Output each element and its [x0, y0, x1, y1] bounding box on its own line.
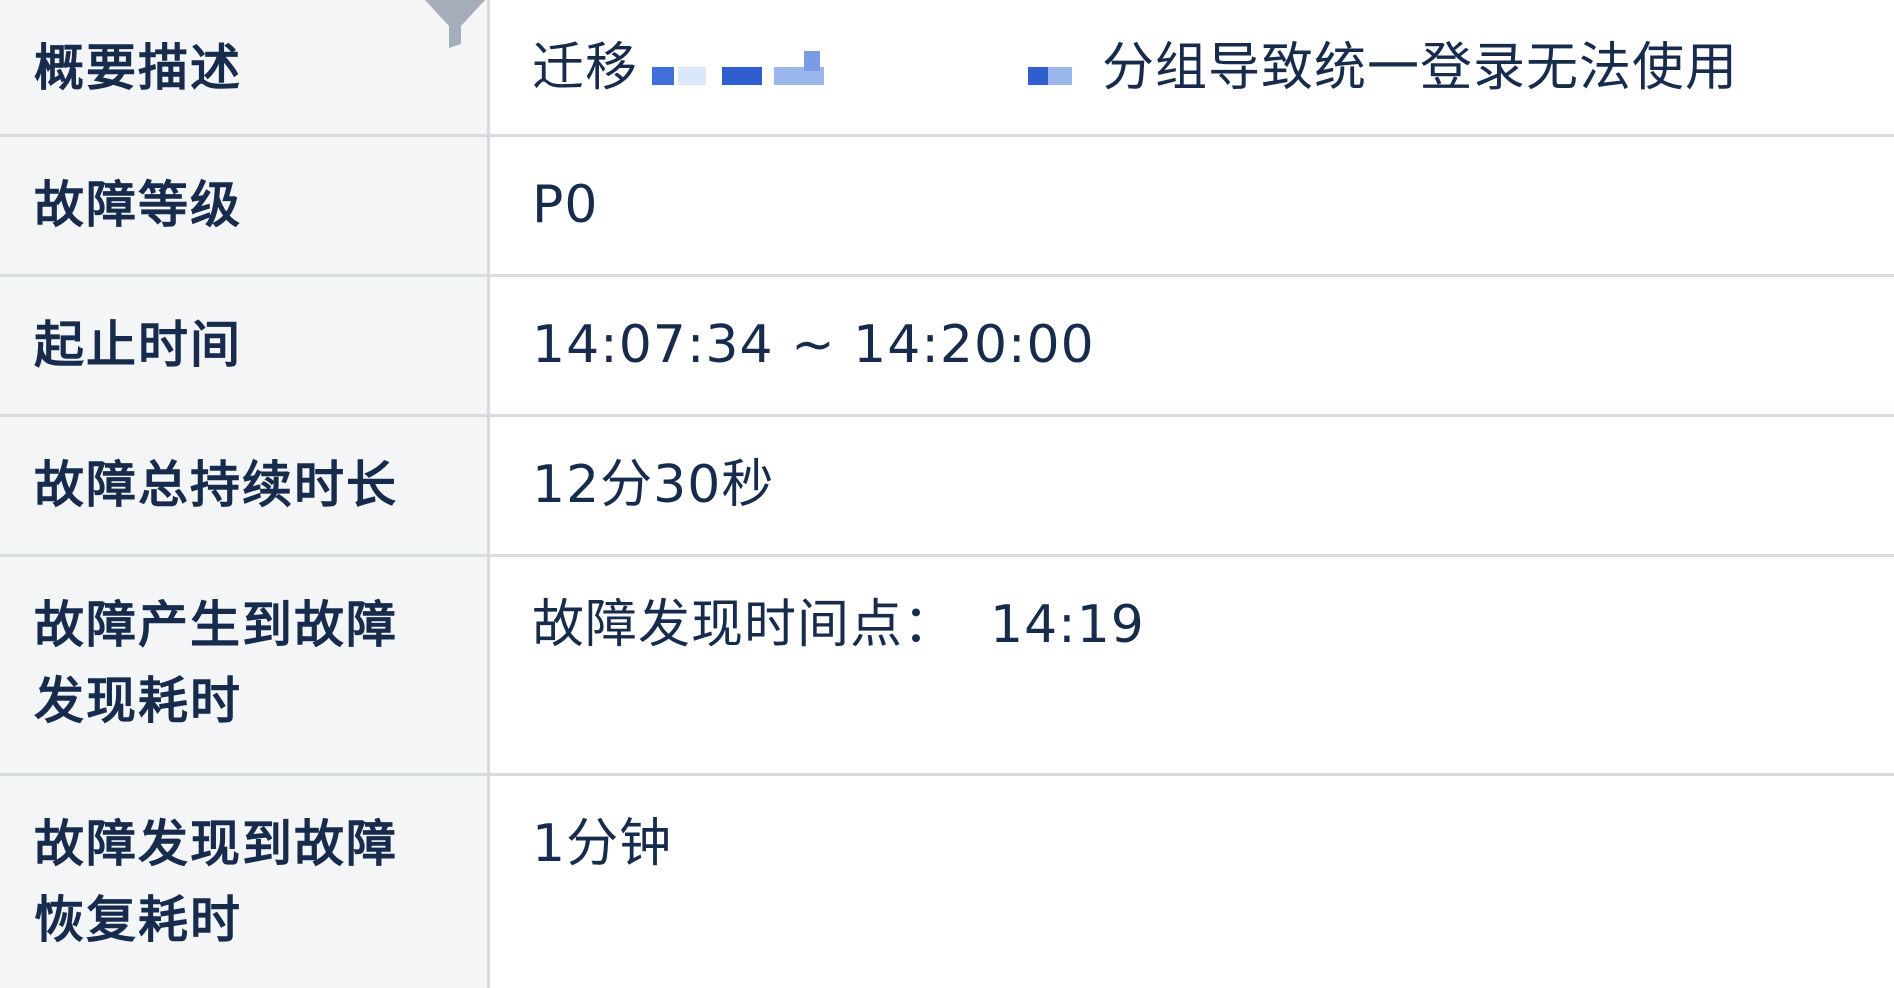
incident-info-table: 概要描述 迁移 分组导致统一登录无法使用 故障等级 P0 起止时间 14:07:… [0, 0, 1894, 988]
label-summary-text: 概要描述 [34, 39, 242, 97]
value-severity: P0 [490, 137, 1894, 277]
value-recovery-time: 1分钟 [490, 776, 1894, 988]
total-duration-value: 12分30秒 [532, 455, 775, 515]
redacted-text-1 [642, 51, 872, 91]
severity-value: P0 [532, 175, 599, 235]
label-recovery-time: 故障发现到故障 恢复耗时 [0, 776, 490, 988]
label-time-range: 起止时间 [0, 277, 490, 417]
value-detection-time: 故障发现时间点： 14:19 [490, 557, 1894, 776]
summary-prefix: 迁移 [532, 38, 639, 98]
label-detection-time: 故障产生到故障 发现耗时 [0, 557, 490, 776]
label-time-range-text: 起止时间 [34, 316, 242, 374]
label-total-duration-text: 故障总持续时长 [34, 456, 398, 514]
detection-time-value: 14:19 [990, 595, 1145, 655]
time-range-value: 14:07:34 ~ 14:20:00 [532, 315, 1095, 375]
value-time-range: 14:07:34 ~ 14:20:00 [490, 277, 1894, 417]
value-total-duration: 12分30秒 [490, 417, 1894, 557]
label-detection-line1: 故障产生到故障 [34, 596, 398, 654]
value-summary: 迁移 分组导致统一登录无法使用 [490, 0, 1894, 137]
filter-icon[interactable] [423, 0, 487, 48]
label-severity: 故障等级 [0, 137, 490, 277]
label-total-duration: 故障总持续时长 [0, 417, 490, 557]
redacted-text-2 [928, 51, 1098, 91]
recovery-time-value: 1分钟 [532, 814, 673, 874]
summary-suffix: 分组导致统一登录无法使用 [1102, 38, 1739, 98]
label-recovery-line2: 恢复耗时 [34, 891, 242, 949]
label-severity-text: 故障等级 [34, 176, 242, 234]
detection-time-label: 故障发现时间点： [532, 595, 957, 655]
label-recovery-line1: 故障发现到故障 [34, 815, 398, 873]
label-detection-line2: 发现耗时 [34, 672, 242, 730]
label-summary: 概要描述 [0, 0, 490, 137]
